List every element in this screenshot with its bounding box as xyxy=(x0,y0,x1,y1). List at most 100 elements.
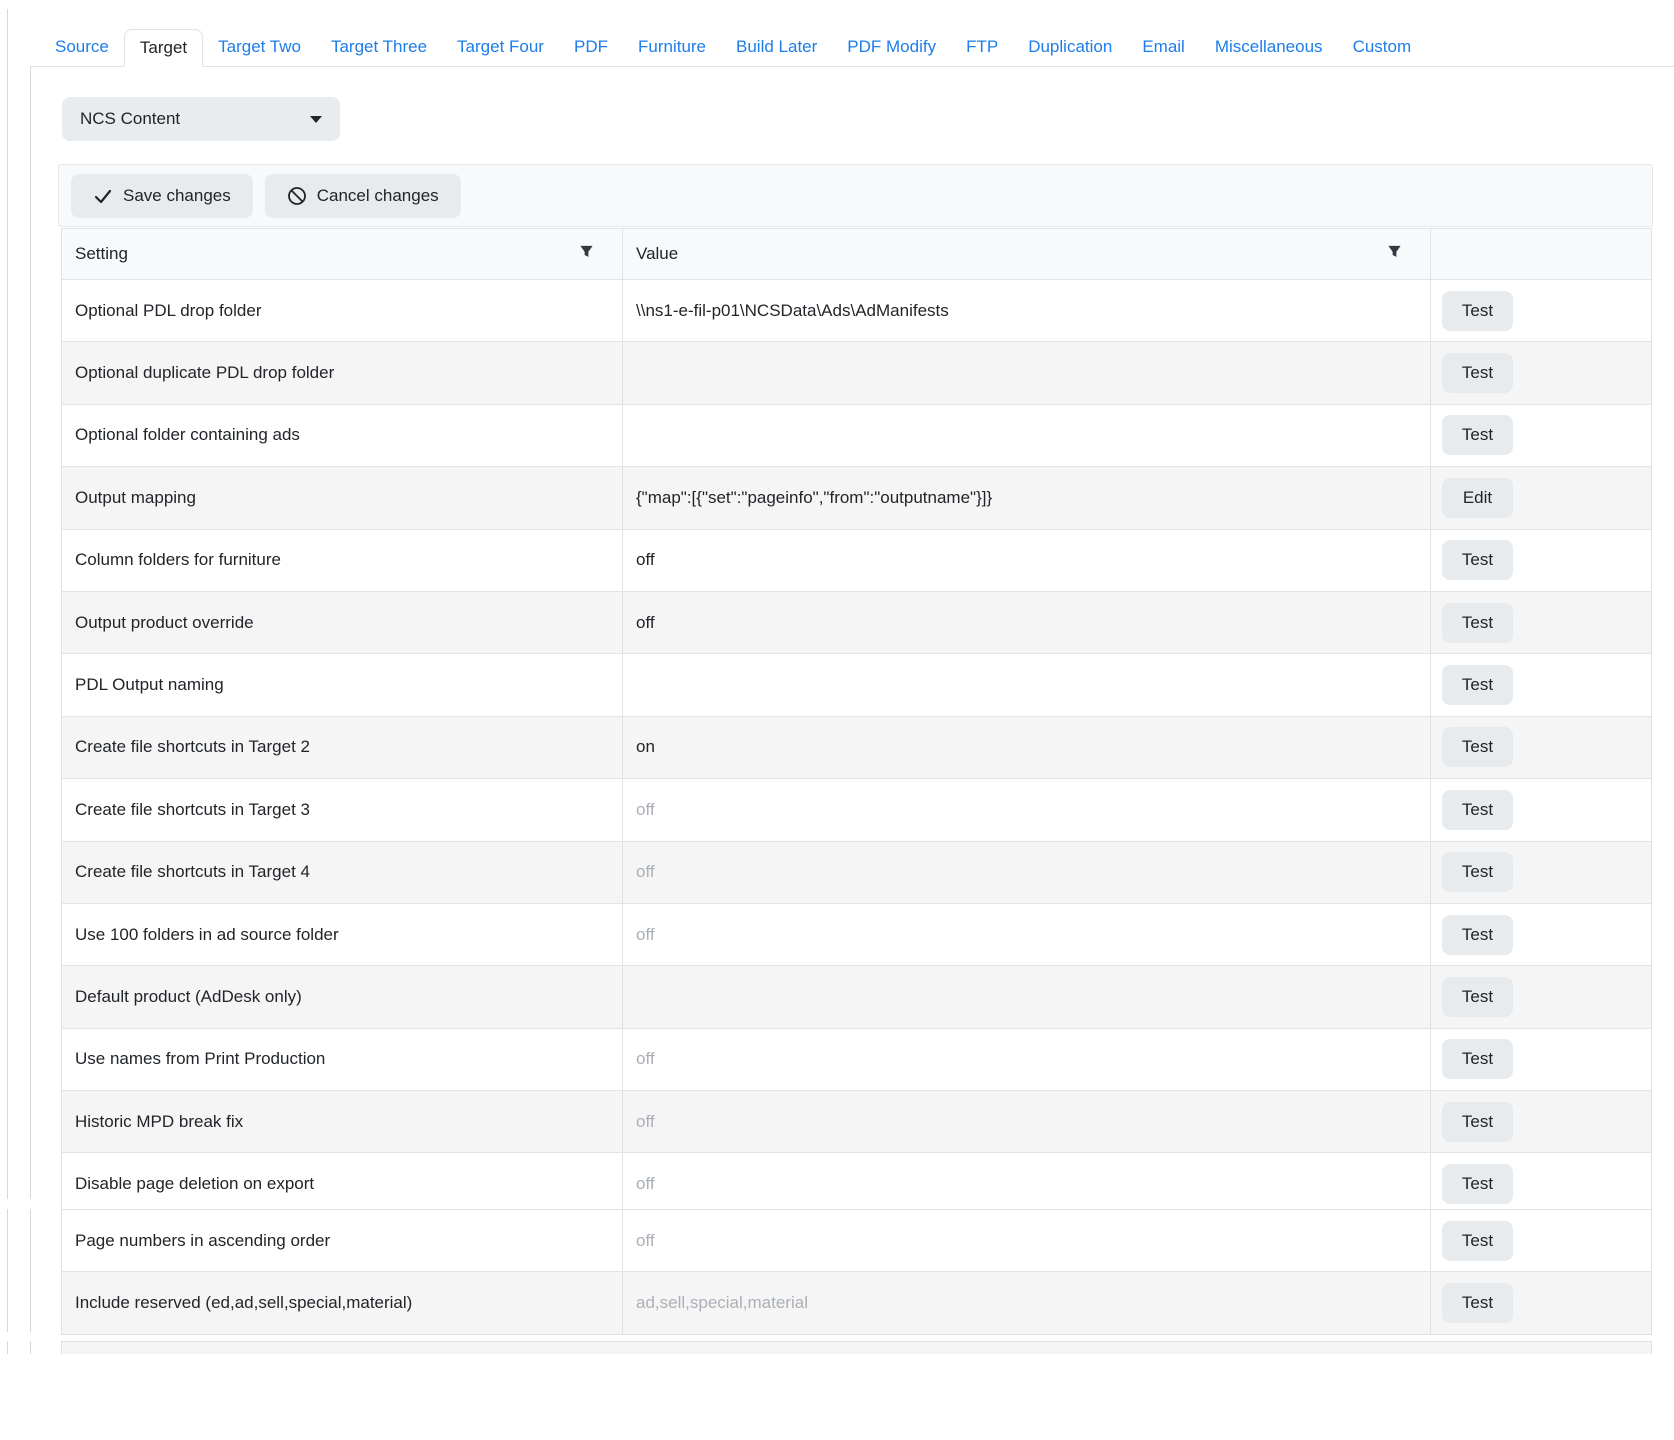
setting-label: Use names from Print Production xyxy=(62,1029,623,1090)
tab-target-two[interactable]: Target Two xyxy=(203,30,316,66)
settings-table: Setting Value Optional PDL drop folder\\… xyxy=(61,228,1652,1216)
action-cell: Test xyxy=(1431,530,1651,591)
action-cell: Test xyxy=(1431,280,1651,341)
table-row: Optional folder containing adsTest xyxy=(62,404,1651,466)
test-button[interactable]: Test xyxy=(1442,1039,1513,1079)
column-header-value[interactable]: Value xyxy=(623,229,1431,279)
test-button[interactable]: Test xyxy=(1442,977,1513,1017)
column-header-setting[interactable]: Setting xyxy=(62,229,623,279)
tab-build-later[interactable]: Build Later xyxy=(721,30,832,66)
filter-funnel-icon[interactable] xyxy=(1387,244,1402,264)
setting-value[interactable]: off xyxy=(623,1029,1431,1090)
test-button[interactable]: Test xyxy=(1442,1283,1513,1323)
setting-value[interactable] xyxy=(623,342,1431,403)
settings-screen: SourceTargetTarget TwoTarget ThreeTarget… xyxy=(0,0,1674,1440)
test-button[interactable]: Test xyxy=(1442,1102,1513,1142)
setting-label: Default product (AdDesk only) xyxy=(62,966,623,1027)
tab-panel-border-line xyxy=(30,1341,31,1354)
tab-target[interactable]: Target xyxy=(124,29,203,67)
table-row: Include reserved (ed,ad,sell,special,mat… xyxy=(62,1271,1651,1333)
test-button[interactable]: Test xyxy=(1442,1221,1513,1261)
action-cell: Test xyxy=(1431,1029,1651,1090)
table-row: Default product (AdDesk only) Test xyxy=(62,965,1651,1027)
tab-furniture[interactable]: Furniture xyxy=(623,30,721,66)
table-row: Optional PDL drop folder\\ns1-e-fil-p01\… xyxy=(62,279,1651,341)
action-cell: Test xyxy=(1431,779,1651,840)
table-row: Output product overrideoff Test xyxy=(62,591,1651,653)
table-row: Disable page deletion on exportoffTest xyxy=(62,1152,1651,1214)
toolbar: Save changes Cancel changes xyxy=(58,164,1653,227)
preset-select-value: NCS Content xyxy=(80,109,180,129)
test-button[interactable]: Test xyxy=(1442,727,1513,767)
filter-funnel-icon[interactable] xyxy=(579,244,594,264)
setting-value[interactable] xyxy=(623,405,1431,466)
action-cell: Test xyxy=(1431,592,1651,653)
cancel-changes-label: Cancel changes xyxy=(317,186,439,206)
edit-button[interactable]: Edit xyxy=(1442,478,1513,518)
test-button[interactable]: Test xyxy=(1442,415,1513,455)
setting-value[interactable]: off xyxy=(623,1153,1431,1214)
settings-table-continued: Page numbers in ascending orderoffTestIn… xyxy=(61,1209,1652,1335)
setting-label: Create file shortcuts in Target 4 xyxy=(62,842,623,903)
tab-pdf-modify[interactable]: PDF Modify xyxy=(832,30,951,66)
action-cell: Test xyxy=(1431,1153,1651,1214)
action-cell: Test xyxy=(1431,904,1651,965)
setting-value[interactable]: off xyxy=(623,530,1431,591)
tab-target-four[interactable]: Target Four xyxy=(442,30,559,66)
test-button[interactable]: Test xyxy=(1442,1164,1513,1204)
column-header-value-label: Value xyxy=(636,244,678,264)
action-cell: Test xyxy=(1431,405,1651,466)
setting-value[interactable] xyxy=(623,654,1431,715)
tab-miscellaneous[interactable]: Miscellaneous xyxy=(1200,30,1338,66)
setting-label: Output product override xyxy=(62,592,623,653)
setting-value[interactable]: \\ns1-e-fil-p01\NCSData\Ads\AdManifests xyxy=(623,280,1431,341)
tab-custom[interactable]: Custom xyxy=(1338,30,1427,66)
table-row: Optional duplicate PDL drop folderTest xyxy=(62,341,1651,403)
save-changes-button[interactable]: Save changes xyxy=(71,174,253,218)
action-cell: Test xyxy=(1431,342,1651,403)
setting-label: Page numbers in ascending order xyxy=(62,1210,623,1271)
action-cell: Edit xyxy=(1431,467,1651,528)
setting-value[interactable]: off xyxy=(623,842,1431,903)
setting-value[interactable]: off xyxy=(623,904,1431,965)
tab-duplication[interactable]: Duplication xyxy=(1013,30,1127,66)
action-cell: Test xyxy=(1431,717,1651,778)
setting-value[interactable] xyxy=(623,966,1431,1027)
table-row: Create file shortcuts in Target 4off Test xyxy=(62,841,1651,903)
setting-label: Optional PDL drop folder xyxy=(62,280,623,341)
tab-target-three[interactable]: Target Three xyxy=(316,30,442,66)
test-button[interactable]: Test xyxy=(1442,540,1513,580)
cancel-changes-button[interactable]: Cancel changes xyxy=(265,174,461,218)
partial-next-row xyxy=(61,1341,1652,1354)
test-button[interactable]: Test xyxy=(1442,665,1513,705)
setting-label: Column folders for furniture xyxy=(62,530,623,591)
setting-value[interactable]: off xyxy=(623,592,1431,653)
action-cell: Test xyxy=(1431,654,1651,715)
table-row: Create file shortcuts in Target 2onTest xyxy=(62,716,1651,778)
setting-value[interactable]: on xyxy=(623,717,1431,778)
table-row: Output mapping{"map":[{"set":"pageinfo",… xyxy=(62,466,1651,528)
tab-ftp[interactable]: FTP xyxy=(951,30,1013,66)
preset-select[interactable]: NCS Content xyxy=(62,97,340,141)
test-button[interactable]: Test xyxy=(1442,915,1513,955)
test-button[interactable]: Test xyxy=(1442,291,1513,331)
tab-source[interactable]: Source xyxy=(40,30,124,66)
table-row: PDL Output namingTest xyxy=(62,653,1651,715)
tab-email[interactable]: Email xyxy=(1127,30,1200,66)
action-cell: Test xyxy=(1431,1272,1651,1333)
setting-value[interactable]: off xyxy=(623,1210,1431,1271)
check-icon xyxy=(93,186,113,206)
setting-value[interactable]: {"map":[{"set":"pageinfo","from":"output… xyxy=(623,467,1431,528)
setting-value[interactable]: off xyxy=(623,1091,1431,1152)
setting-value[interactable]: off xyxy=(623,779,1431,840)
tab-pdf[interactable]: PDF xyxy=(559,30,623,66)
test-button[interactable]: Test xyxy=(1442,852,1513,892)
table-row: Use 100 folders in ad source folderoffTe… xyxy=(62,903,1651,965)
setting-label: Output mapping xyxy=(62,467,623,528)
test-button[interactable]: Test xyxy=(1442,603,1513,643)
panel-border-line xyxy=(7,9,8,1199)
table-row: Create file shortcuts in Target 3offTest xyxy=(62,778,1651,840)
setting-value[interactable]: ad,sell,special,material xyxy=(623,1272,1431,1333)
test-button[interactable]: Test xyxy=(1442,353,1513,393)
test-button[interactable]: Test xyxy=(1442,790,1513,830)
